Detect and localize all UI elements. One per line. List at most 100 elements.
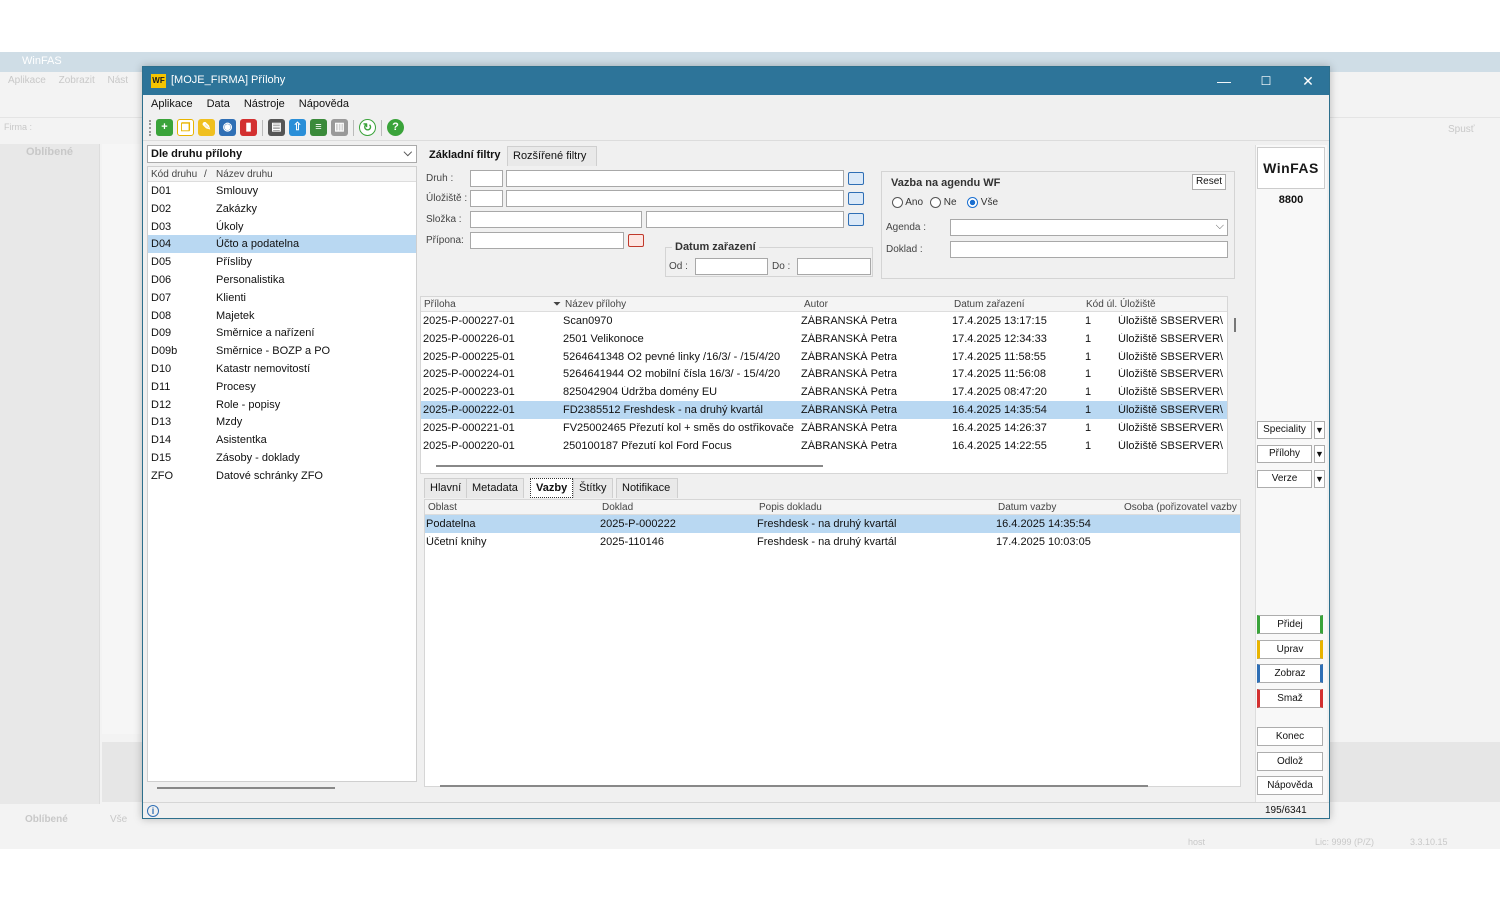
col-kod-ul[interactable]: Kód úl. [1086,299,1117,310]
slozka-input[interactable] [470,211,642,228]
list-item[interactable]: ZFO Datové schránky ZFO [148,467,416,485]
smaz-button[interactable]: Smaž [1257,689,1323,708]
table-row[interactable]: 2025-P-000223-01 825042904 Údržba domény … [421,383,1227,401]
radio-ne[interactable]: Ne [930,197,957,208]
table-row[interactable]: 2025-P-000226-01 2501 Velikonoce ZÁBRANSKÁ… [421,330,1227,348]
grid-icon[interactable]: ≡ [310,119,327,136]
close-button[interactable]: ✕ [1287,67,1329,95]
export-icon[interactable]: ⇧ [289,119,306,136]
list-item[interactable]: D05 Přísliby [148,253,416,271]
list-item[interactable]: D02 Zakázky [148,200,416,218]
table-row[interactable]: 2025-P-000220-01 250100187 Přezutí kol Fo… [421,437,1227,455]
menu-nastroje[interactable]: Nástroje [236,95,291,110]
date-from-input[interactable] [695,258,768,275]
toolbar-grip[interactable] [149,120,151,136]
table-row[interactable]: Účetní knihy 2025-110146 Freshdesk - na dr… [425,533,1240,551]
delete-icon[interactable]: ▮ [240,119,257,136]
konec-button[interactable]: Konec [1257,727,1323,746]
list-item[interactable]: D14 Asistentka [148,431,416,449]
bg-spust-button[interactable]: Spusť [1448,124,1475,135]
list-item[interactable]: D10 Katastr nemovitostí [148,360,416,378]
menu-data[interactable]: Data [199,95,236,110]
col-datum-zarazeni[interactable]: Datum zařazení [954,299,1025,310]
copy-icon[interactable]: ❐ [177,119,194,136]
tab-hlavni[interactable]: Hlavní [424,478,468,498]
tab-vazby[interactable]: Vazby [530,478,574,498]
doklad-input[interactable] [950,241,1228,258]
druh-name-input[interactable] [506,170,844,187]
bg-menu-item[interactable]: Zobrazit [59,75,95,86]
tab-notifikace[interactable]: Notifikace [616,478,678,498]
folder-open-icon[interactable] [848,213,864,226]
bg-menu-item[interactable]: Nást [108,75,129,86]
help-icon[interactable]: ? [387,119,404,136]
left-horizontal-scrollbar[interactable] [157,787,335,789]
verze-dropdown-icon[interactable]: ▼ [1314,470,1325,488]
col-kod-druhu[interactable]: Kód druhu [151,169,197,180]
list-item[interactable]: D03 Úkoly [148,218,416,236]
table-row[interactable]: 2025-P-000225-01 5264641348 O2 pevné link… [421,348,1227,366]
col-nazev-druhu[interactable]: Název druhu [216,169,273,180]
uprav-button[interactable]: Uprav [1257,640,1323,659]
reset-button[interactable]: Reset [1192,174,1226,190]
col-popis-dokladu[interactable]: Popis dokladu [759,502,822,513]
edit-icon[interactable]: ✎ [198,119,215,136]
odloz-button[interactable]: Odlož [1257,752,1323,771]
col-autor[interactable]: Autor [804,299,828,310]
uloziste-code-input[interactable] [470,190,503,207]
tab-zakladni-filtry[interactable]: Základní filtry [423,145,507,165]
col-osoba[interactable]: Osoba (pořizovatel vazby [1124,502,1237,513]
col-datum-vazby[interactable]: Datum vazby [998,502,1056,513]
verze-button[interactable]: Verze [1257,470,1312,488]
napoveda-button[interactable]: Nápověda [1257,776,1323,795]
clipboard-icon[interactable]: ▥ [331,119,348,136]
col-oblast[interactable]: Oblast [428,502,457,513]
date-to-input[interactable] [797,258,871,275]
filter-icon[interactable]: ⏷ [553,299,561,310]
tab-metadata[interactable]: Metadata [466,478,524,498]
bg-menu-item[interactable]: Aplikace [8,75,46,86]
folder-open-icon[interactable] [848,192,864,205]
slozka-second-input[interactable] [646,211,844,228]
radio-ano[interactable]: Ano [892,197,923,208]
menu-aplikace[interactable]: Aplikace [143,95,199,110]
tab-rozsirene-filtry[interactable]: Rozšířené filtry [507,146,597,166]
print-icon[interactable]: ▤ [268,119,285,136]
pridej-button[interactable]: Přidej [1257,615,1323,634]
zobraz-button[interactable]: Zobraz [1257,664,1323,683]
table-row[interactable]: 2025-P-000222-01 FD2385512 Freshdesk - na… [421,400,1227,419]
table-row[interactable]: 2025-P-000224-01 5264641944 O2 mobilní čí… [421,365,1227,383]
speciality-button[interactable]: Speciality [1257,421,1312,439]
list-item[interactable]: D09b Směrnice - BOZP a PO [148,342,416,360]
radio-vse[interactable]: Vše [967,197,998,208]
file-type-icon[interactable] [628,234,644,247]
list-item[interactable]: D12 Role - popisy [148,396,416,414]
view-icon[interactable]: ◉ [219,119,236,136]
table-row[interactable]: Podatelna 2025-P-000222 Freshdesk - na dru… [425,515,1240,533]
menu-napoveda[interactable]: Nápověda [291,95,355,110]
maximize-button[interactable]: ☐ [1245,67,1287,95]
minimize-button[interactable]: — [1203,67,1245,95]
list-item[interactable]: D09 Směrnice a nařízení [148,324,416,342]
agenda-select[interactable]: ⌵ [950,219,1228,236]
bg-tab-vse[interactable]: Vše [110,814,127,825]
druh-code-input[interactable] [470,170,503,187]
list-item[interactable]: D01 Smlouvy [148,182,416,200]
links-horizontal-scrollbar[interactable] [440,785,1148,787]
col-nazev-prilohy[interactable]: Název přílohy [565,299,626,310]
list-item[interactable]: D07 Klienti [148,289,416,307]
refresh-icon[interactable]: ↻ [359,119,376,136]
col-doklad[interactable]: Doklad [602,502,633,513]
speciality-dropdown-icon[interactable]: ▼ [1314,421,1325,439]
vertical-scrollbar[interactable] [1234,318,1236,332]
group-by-select[interactable]: Dle druhu přílohy ⌵ [147,145,417,163]
pripona-input[interactable] [470,232,624,249]
list-item[interactable]: D04 Účto a podatelna [148,235,416,254]
list-item[interactable]: D13 Mzdy [148,413,416,431]
tab-stitky[interactable]: Štítky [573,478,613,498]
grid-horizontal-scrollbar[interactable] [436,465,823,467]
list-item[interactable]: D08 Majetek [148,307,416,325]
uloziste-name-input[interactable] [506,190,844,207]
table-row[interactable]: 2025-P-000221-01 FV25002465 Přezutí kol +… [421,419,1227,437]
list-item[interactable]: D11 Procesy [148,378,416,396]
